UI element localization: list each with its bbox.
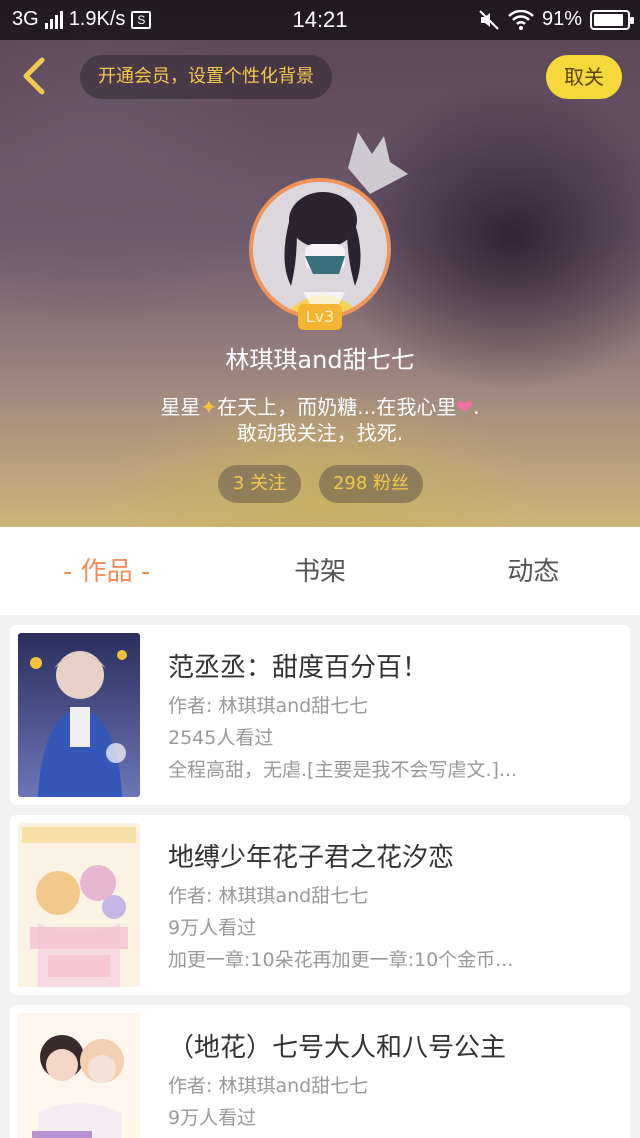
book-description: 加更一章:10朵花再加更一章:10个金币... (168, 949, 514, 971)
battery-icon (590, 9, 634, 30)
book-cover (18, 633, 140, 797)
book-description: 全程高甜，无虐.[主要是我不会写虐文.]... (168, 759, 518, 781)
avatar-image (253, 182, 387, 316)
chevron-left-icon (23, 57, 45, 95)
sparkle-icon: ✦ (200, 395, 218, 419)
bio: 星星✦在天上，而奶糖...在我心里❤. 敢动我关注，找死. (0, 394, 640, 446)
fans-count-button[interactable]: 298 粉丝 (319, 465, 423, 503)
book-cover (18, 823, 140, 987)
book-author: 作者: 林琪琪and甜七七 (168, 1075, 369, 1097)
status-bar: 3G 1.9K/s S 14:21 91% (0, 0, 640, 40)
heart-icon: ❤ (456, 395, 474, 419)
level-badge: Lv3 (298, 304, 342, 330)
tab-bookshelf[interactable]: 书架 (213, 527, 426, 615)
book-item[interactable]: 范丞丞：甜度百分百！ 作者: 林琪琪and甜七七 2545人看过 全程高甜，无虐… (10, 625, 630, 805)
avatar[interactable] (249, 178, 391, 320)
book-author: 作者: 林琪琪and甜七七 (168, 885, 369, 907)
book-title: 地缚少年花子君之花汐恋 (168, 843, 455, 873)
following-count-button[interactable]: 3 关注 (218, 465, 301, 503)
mute-icon (479, 9, 499, 30)
bio-line1-start: 星星 (160, 395, 201, 419)
battery-percent: 91% (541, 8, 582, 30)
book-cover (18, 1013, 140, 1138)
book-author: 作者: 林琪琪and甜七七 (168, 695, 369, 717)
vip-background-button[interactable]: 开通会员，设置个性化背景 (80, 55, 332, 99)
book-title: （地花）七号大人和八号公主 (168, 1033, 507, 1063)
username: 林琪琪and甜七七 (225, 346, 415, 374)
book-title: 范丞丞：甜度百分百！ (168, 653, 429, 683)
bio-line1-middle: 在天上，而奶糖...在我心里 (217, 395, 457, 419)
bio-line1-end: . (473, 395, 480, 419)
book-views: 9万人看过 (168, 1107, 257, 1129)
book-views: 2545人看过 (168, 727, 274, 749)
profile-header: 3G 1.9K/s S 14:21 91% 开通会员，设置个性化背景 取关 Lv… (0, 0, 640, 527)
unfollow-button[interactable]: 取关 (546, 55, 622, 99)
tab-activity[interactable]: 动态 (427, 527, 640, 615)
crown-icon (348, 132, 408, 194)
profile-tabs: - 作品 - 书架 动态 (0, 527, 640, 615)
bio-line2: 敢动我关注，找死. (236, 421, 404, 445)
book-item[interactable]: （地花）七号大人和八号公主 作者: 林琪琪and甜七七 9万人看过 (10, 1005, 630, 1138)
back-button[interactable] (14, 54, 58, 98)
book-views: 9万人看过 (168, 917, 257, 939)
wifi-icon (508, 9, 534, 30)
book-item[interactable]: 地缚少年花子君之花汐恋 作者: 林琪琪and甜七七 9万人看过 加更一章:10朵… (10, 815, 630, 995)
tab-works[interactable]: - 作品 - (0, 527, 213, 615)
